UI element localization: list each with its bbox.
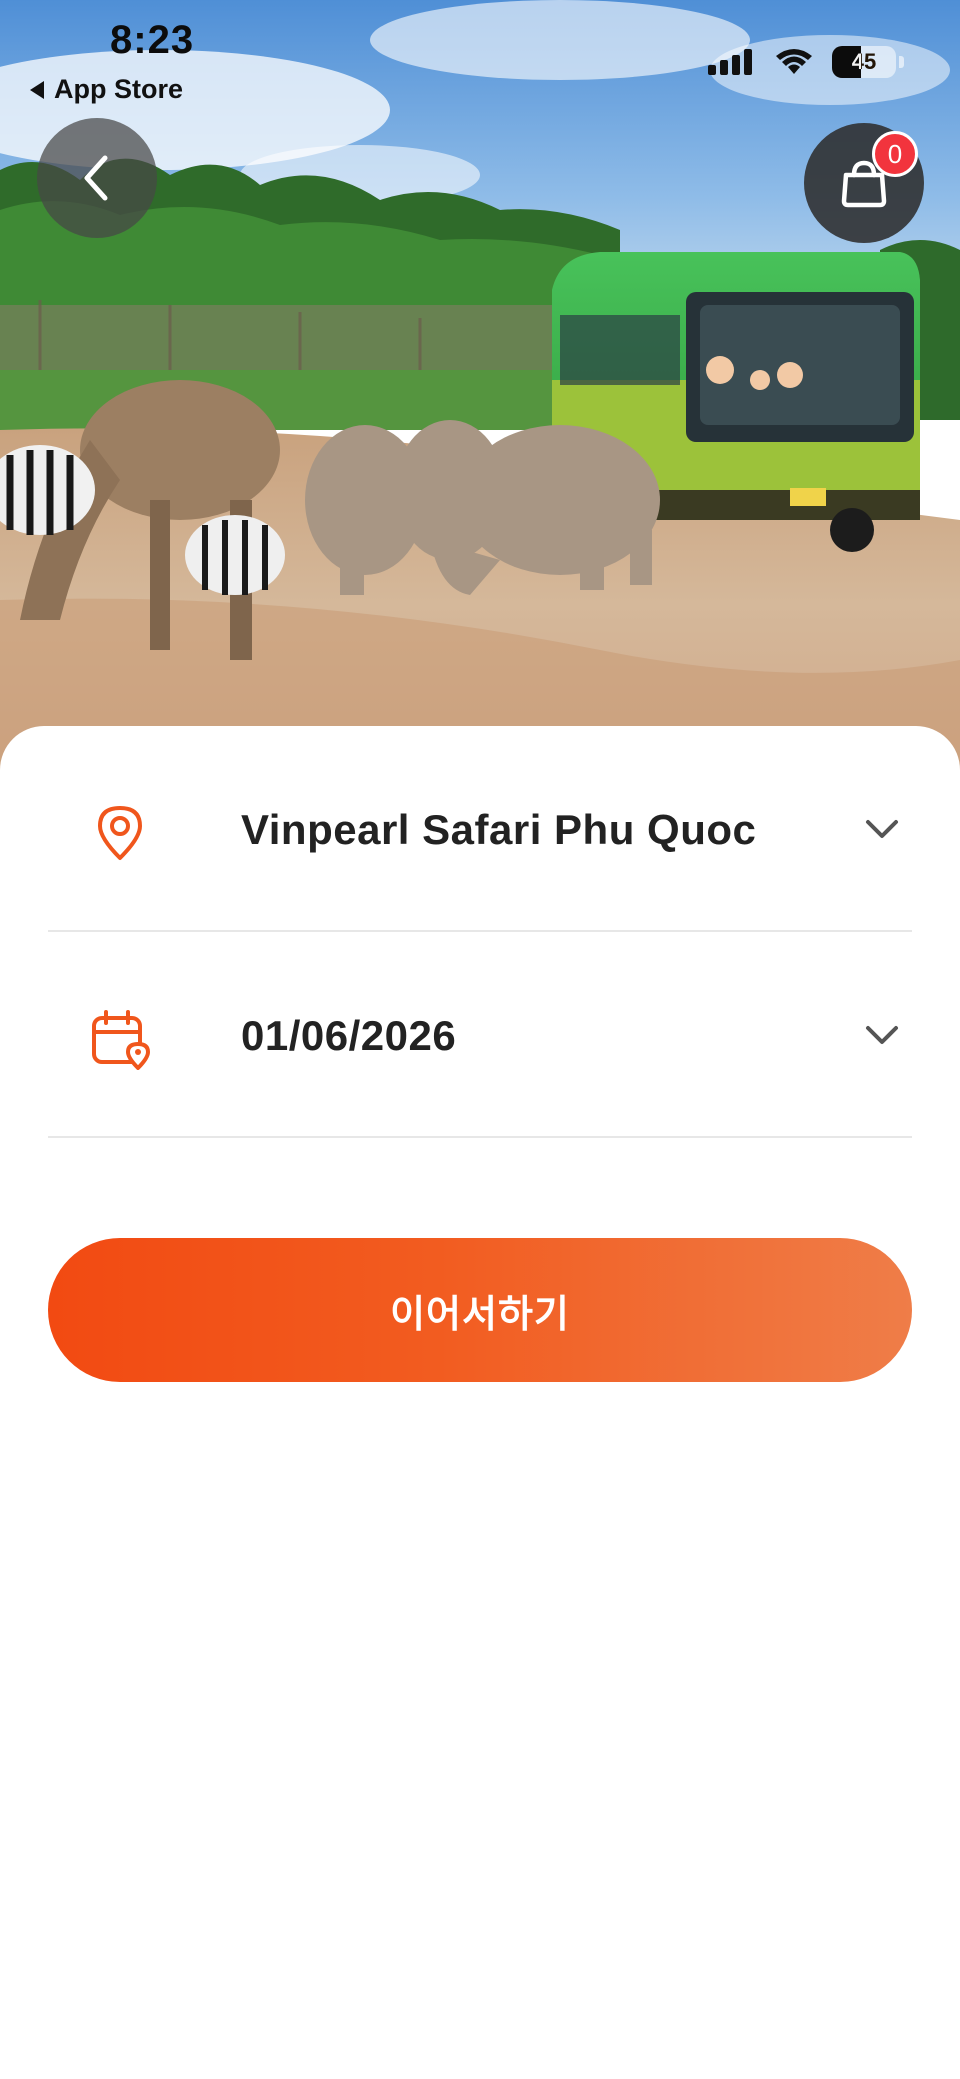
back-button[interactable]: [37, 118, 157, 238]
cart-count-badge: 0: [872, 131, 918, 177]
status-time: 8:23: [110, 18, 195, 62]
chevron-down-icon: [866, 820, 898, 838]
battery-indicator: 45: [832, 46, 904, 78]
continue-button[interactable]: 이어서하기: [48, 1238, 912, 1382]
back-app-label: App Store: [54, 74, 184, 104]
wifi-icon: [776, 49, 812, 74]
location-selector[interactable]: Vinpearl Safari Phu Quoc: [48, 726, 912, 932]
map-pin-icon: [98, 806, 142, 860]
ticket-booking-screen: 8:23 App Store 45 0 Vinpearl Safari Phu …: [0, 0, 960, 2079]
back-triangle-icon: [30, 80, 44, 99]
date-selector[interactable]: 01/06/2026: [48, 932, 912, 1138]
battery-tip: [899, 56, 904, 68]
location-value: Vinpearl Safari Phu Quoc: [241, 806, 757, 853]
hero-image-safari: [0, 0, 960, 780]
battery-percent: 45: [851, 49, 877, 74]
back-to-app-store-link[interactable]: App Store: [30, 74, 183, 105]
date-value: 01/06/2026: [241, 1012, 457, 1059]
booking-card: Vinpearl Safari Phu Quoc 01/06/2026 이어서하…: [0, 726, 960, 2079]
cellular-signal-icon: [708, 49, 752, 75]
chevron-down-icon: [866, 1026, 898, 1044]
chevron-left-icon: [84, 155, 108, 201]
calendar-pin-icon: [92, 1010, 150, 1070]
status-indicators: 45: [708, 46, 904, 78]
